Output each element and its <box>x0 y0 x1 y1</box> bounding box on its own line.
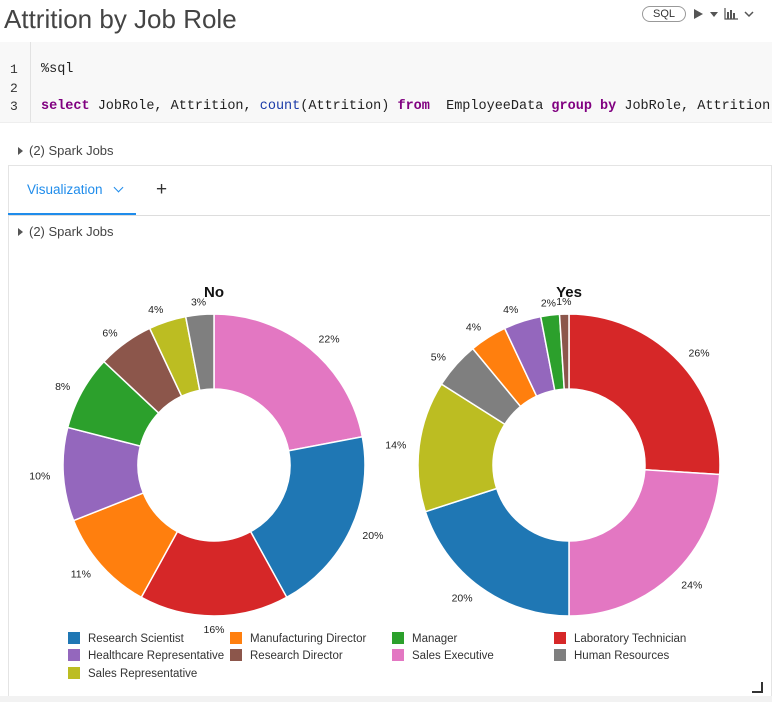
cell-bottom-border <box>0 696 772 702</box>
slice-label: 20% <box>452 593 473 605</box>
legend-label[interactable]: Human Resources <box>574 650 669 662</box>
legend-label[interactable]: Sales Executive <box>412 650 494 662</box>
pie-slice[interactable] <box>568 468 721 617</box>
slice-label: 16% <box>203 624 224 636</box>
chart-title: Yes <box>556 284 582 301</box>
slice-label: 6% <box>102 327 117 339</box>
slice-label: 11% <box>71 568 91 580</box>
legend-label[interactable]: Sales Representative <box>88 668 197 680</box>
legend-label[interactable]: Laboratory Technician <box>574 633 686 645</box>
slice-label: 20% <box>362 530 383 542</box>
legend-label[interactable]: Manager <box>412 633 458 645</box>
slice-label: 26% <box>689 348 710 360</box>
pie-slice[interactable] <box>568 313 721 476</box>
slice-label: 8% <box>55 381 70 393</box>
legend-swatch[interactable] <box>68 649 80 661</box>
legend-swatch[interactable] <box>554 632 566 644</box>
legend-swatch[interactable] <box>230 632 242 644</box>
legend-swatch[interactable] <box>68 632 80 644</box>
legend-label[interactable]: Research Director <box>250 650 343 662</box>
slice-label: 2% <box>541 297 556 309</box>
pie-slice[interactable] <box>424 487 570 617</box>
donut-chart: 22%20%16%11%10%8%6%4%3%No26%24%20%14%5%4… <box>29 284 721 680</box>
chart-title: No <box>204 284 224 301</box>
legend-label[interactable]: Manufacturing Director <box>250 633 366 645</box>
legend-label[interactable]: Research Scientist <box>88 633 185 645</box>
legend-swatch[interactable] <box>392 649 404 661</box>
slice-label: 24% <box>681 580 702 592</box>
legend-swatch[interactable] <box>392 632 404 644</box>
slice-label: 22% <box>319 334 340 346</box>
resize-handle-icon[interactable] <box>752 682 763 693</box>
slice-label: 4% <box>148 304 163 316</box>
slice-label: 5% <box>431 352 446 364</box>
slice-label: 4% <box>503 304 518 316</box>
slice-label: 4% <box>466 322 481 334</box>
slice-label: 14% <box>385 439 406 451</box>
pie-slice[interactable] <box>213 313 364 452</box>
legend-swatch[interactable] <box>230 649 242 661</box>
slice-label: 10% <box>29 470 50 482</box>
legend-swatch[interactable] <box>68 667 80 679</box>
legend-label[interactable]: Healthcare Representative <box>88 650 224 662</box>
legend-swatch[interactable] <box>554 649 566 661</box>
